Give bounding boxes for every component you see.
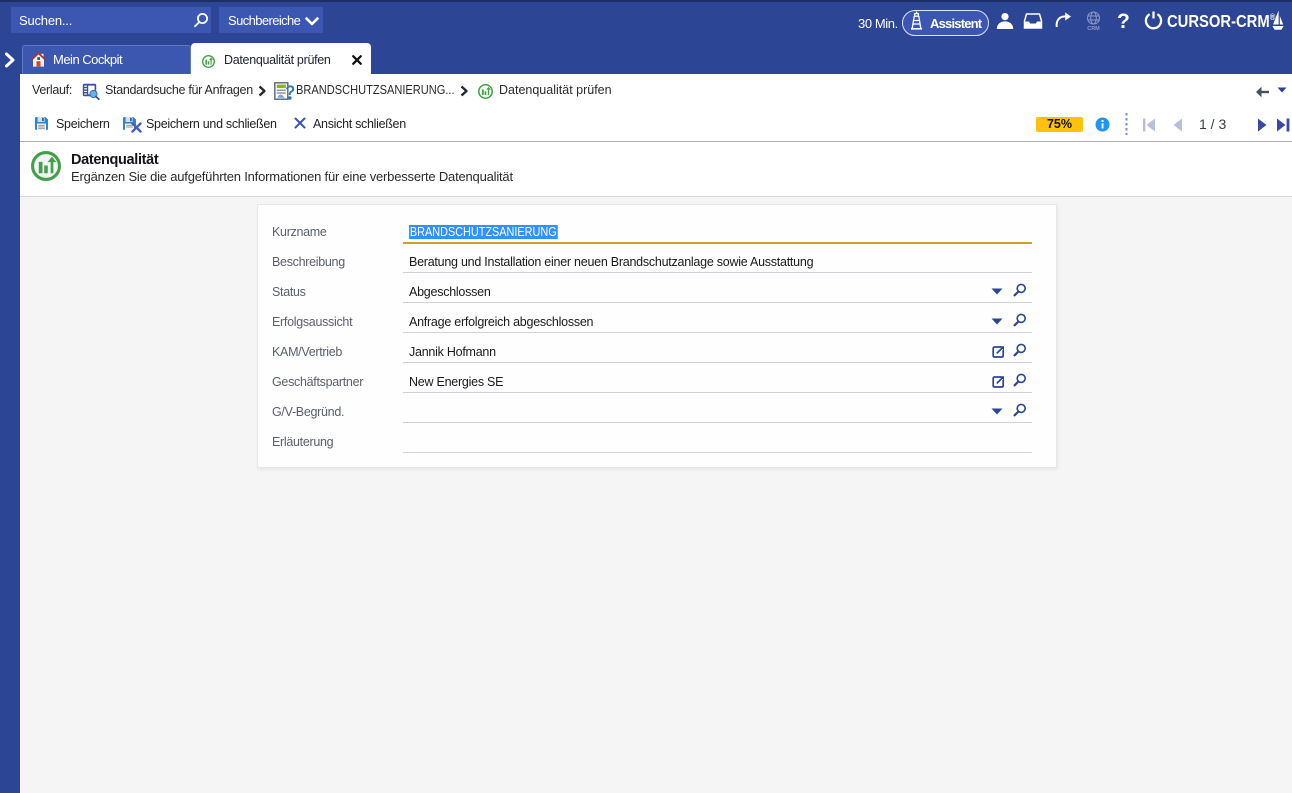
svg-text:CRM: CRM: [1087, 26, 1100, 32]
